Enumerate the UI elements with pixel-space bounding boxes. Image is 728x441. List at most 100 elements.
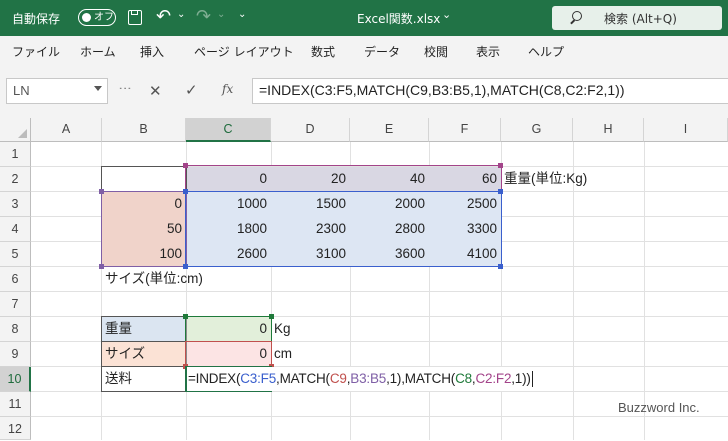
- autosave-label: 自動保存: [12, 12, 61, 26]
- cell-c8[interactable]: 0: [186, 317, 271, 341]
- column-header-a[interactable]: A: [31, 118, 102, 142]
- formula-token: ,1)): [511, 371, 531, 386]
- cell-e5[interactable]: 3600: [350, 242, 429, 266]
- cell-d4[interactable]: 2300: [271, 217, 350, 241]
- title-bar: 自動保存 オフ ↶ ⌄ ↷ ⌄ ⌄ Excel関数.xlsx ⌄ 検索 (Alt…: [0, 0, 728, 36]
- cell-e4[interactable]: 2800: [350, 217, 429, 241]
- formula-token: C2:F2: [475, 371, 512, 386]
- customize-qat-icon[interactable]: ⌄: [238, 9, 246, 20]
- cell-e3[interactable]: 2000: [350, 192, 429, 216]
- tab-page-layout[interactable]: ページ レイアウト: [194, 43, 294, 60]
- row-header-2[interactable]: 2: [0, 167, 31, 192]
- cell-b10[interactable]: 送料: [102, 367, 186, 391]
- tab-view[interactable]: 表示: [476, 43, 500, 60]
- select-all-icon: [18, 129, 27, 138]
- cell-d5[interactable]: 3100: [271, 242, 350, 266]
- row-header-7[interactable]: 7: [0, 292, 31, 317]
- select-all-corner[interactable]: [0, 118, 31, 142]
- cell-b8[interactable]: 重量: [102, 317, 186, 341]
- column-header-e[interactable]: E: [350, 118, 429, 142]
- enter-icon[interactable]: ✓: [185, 81, 198, 99]
- insert-function-icon[interactable]: fx: [222, 82, 233, 96]
- cancel-icon[interactable]: ✕: [149, 82, 162, 100]
- formula-token: ,1),MATCH(: [386, 371, 456, 386]
- worksheet-grid[interactable]: A B C D E F G H I 1 2 3 4 5 6 7 8 9 10 1…: [0, 118, 728, 440]
- tab-review[interactable]: 校閲: [424, 43, 448, 60]
- formula-token: C8: [455, 371, 472, 386]
- autosave-state: オフ: [94, 12, 114, 23]
- name-box[interactable]: LN: [6, 78, 108, 104]
- column-header-b[interactable]: B: [102, 118, 186, 142]
- cell-e2[interactable]: 40: [350, 167, 429, 191]
- formula-input[interactable]: =INDEX(C3:F5,MATCH(C9,B3:B5,1),MATCH(C8,…: [252, 78, 728, 104]
- cell-b4[interactable]: 50: [102, 217, 186, 241]
- cell-c5[interactable]: 2600: [186, 242, 271, 266]
- tab-formulas[interactable]: 数式: [311, 43, 335, 60]
- formula-token: C9: [329, 371, 347, 386]
- more-options-icon[interactable]: ⋮: [117, 82, 132, 95]
- filename-chevron-icon[interactable]: ⌄: [442, 8, 451, 21]
- row-header-10[interactable]: 10: [0, 367, 31, 392]
- gridline: [31, 416, 728, 417]
- text-cursor: [531, 371, 533, 388]
- tab-insert[interactable]: 挿入: [140, 43, 164, 60]
- row-header-12[interactable]: 12: [0, 417, 31, 440]
- cell-f3[interactable]: 2500: [429, 192, 501, 216]
- ribbon-tabs: ファイル ホーム 挿入 ページ レイアウト 数式 データ 校閲 表示 ヘルプ: [0, 36, 728, 66]
- formula-bar-area: LN ⋮ ✕ ✓ fx =INDEX(C3:F5,MATCH(C9,B3:B5,…: [0, 66, 728, 118]
- cell-b6[interactable]: サイズ(単位:cm): [102, 267, 203, 291]
- gridline: [31, 291, 728, 292]
- column-header-h[interactable]: H: [573, 118, 644, 142]
- file-name[interactable]: Excel関数.xlsx: [357, 10, 440, 27]
- column-header-f[interactable]: F: [429, 118, 501, 142]
- cell-c10-editing[interactable]: =INDEX(C3:F5,MATCH(C9,B3:B5,1),MATCH(C8,…: [187, 367, 535, 391]
- redo-dropdown-icon: ⌄: [217, 9, 226, 20]
- cell-d8[interactable]: Kg: [271, 317, 350, 341]
- row-header-6[interactable]: 6: [0, 267, 31, 292]
- cell-g2[interactable]: 重量(単位:Kg): [501, 167, 587, 191]
- toggle-knob-icon: [82, 13, 91, 22]
- tab-file[interactable]: ファイル: [12, 43, 60, 60]
- cell-b3[interactable]: 0: [102, 192, 186, 216]
- column-header-d[interactable]: D: [271, 118, 350, 142]
- row-header-8[interactable]: 8: [0, 317, 31, 342]
- cell-f2[interactable]: 60: [429, 167, 501, 191]
- cell-c3[interactable]: 1000: [186, 192, 271, 216]
- tab-help[interactable]: ヘルプ: [528, 43, 564, 60]
- cell-c9[interactable]: 0: [186, 342, 271, 366]
- search-icon-handle: [570, 19, 575, 25]
- cell-d3[interactable]: 1500: [271, 192, 350, 216]
- row-header-9[interactable]: 9: [0, 342, 31, 367]
- cell-d2[interactable]: 20: [271, 167, 350, 191]
- cell-c2[interactable]: 0: [186, 167, 271, 191]
- formula-token: ,MATCH(: [276, 371, 330, 386]
- search-box[interactable]: 検索 (Alt+Q): [552, 6, 722, 30]
- autosave-toggle[interactable]: オフ: [78, 9, 116, 26]
- cell-b5[interactable]: 100: [102, 242, 186, 266]
- undo-icon[interactable]: ↶: [156, 6, 171, 27]
- row-header-11[interactable]: 11: [0, 392, 31, 417]
- tab-data[interactable]: データ: [364, 43, 400, 60]
- name-box-value: LN: [13, 83, 30, 98]
- cell-d9[interactable]: cm: [271, 342, 350, 366]
- row-header-1[interactable]: 1: [0, 142, 31, 167]
- undo-dropdown-icon[interactable]: ⌄: [177, 9, 185, 20]
- cell-f4[interactable]: 3300: [429, 217, 501, 241]
- name-box-dropdown-icon[interactable]: [94, 86, 102, 91]
- cell-b9[interactable]: サイズ: [102, 342, 186, 366]
- formula-text: =INDEX(C3:F5,MATCH(C9,B3:B5,1),MATCH(C8,…: [259, 82, 625, 98]
- tab-home[interactable]: ホーム: [80, 43, 116, 60]
- redo-icon: ↷: [196, 6, 212, 27]
- cell-f5[interactable]: 4100: [429, 242, 501, 266]
- column-header-i[interactable]: I: [644, 118, 728, 142]
- save-icon[interactable]: [128, 10, 142, 25]
- cell-border-b2: [101, 166, 187, 192]
- row-header-4[interactable]: 4: [0, 217, 31, 242]
- formula-token: =INDEX(: [188, 371, 241, 386]
- row-header-5[interactable]: 5: [0, 242, 31, 267]
- cell-c4[interactable]: 1800: [186, 217, 271, 241]
- formula-token: C3:F5: [240, 371, 277, 386]
- column-header-g[interactable]: G: [501, 118, 573, 142]
- row-header-3[interactable]: 3: [0, 192, 31, 217]
- column-header-c[interactable]: C: [186, 118, 271, 142]
